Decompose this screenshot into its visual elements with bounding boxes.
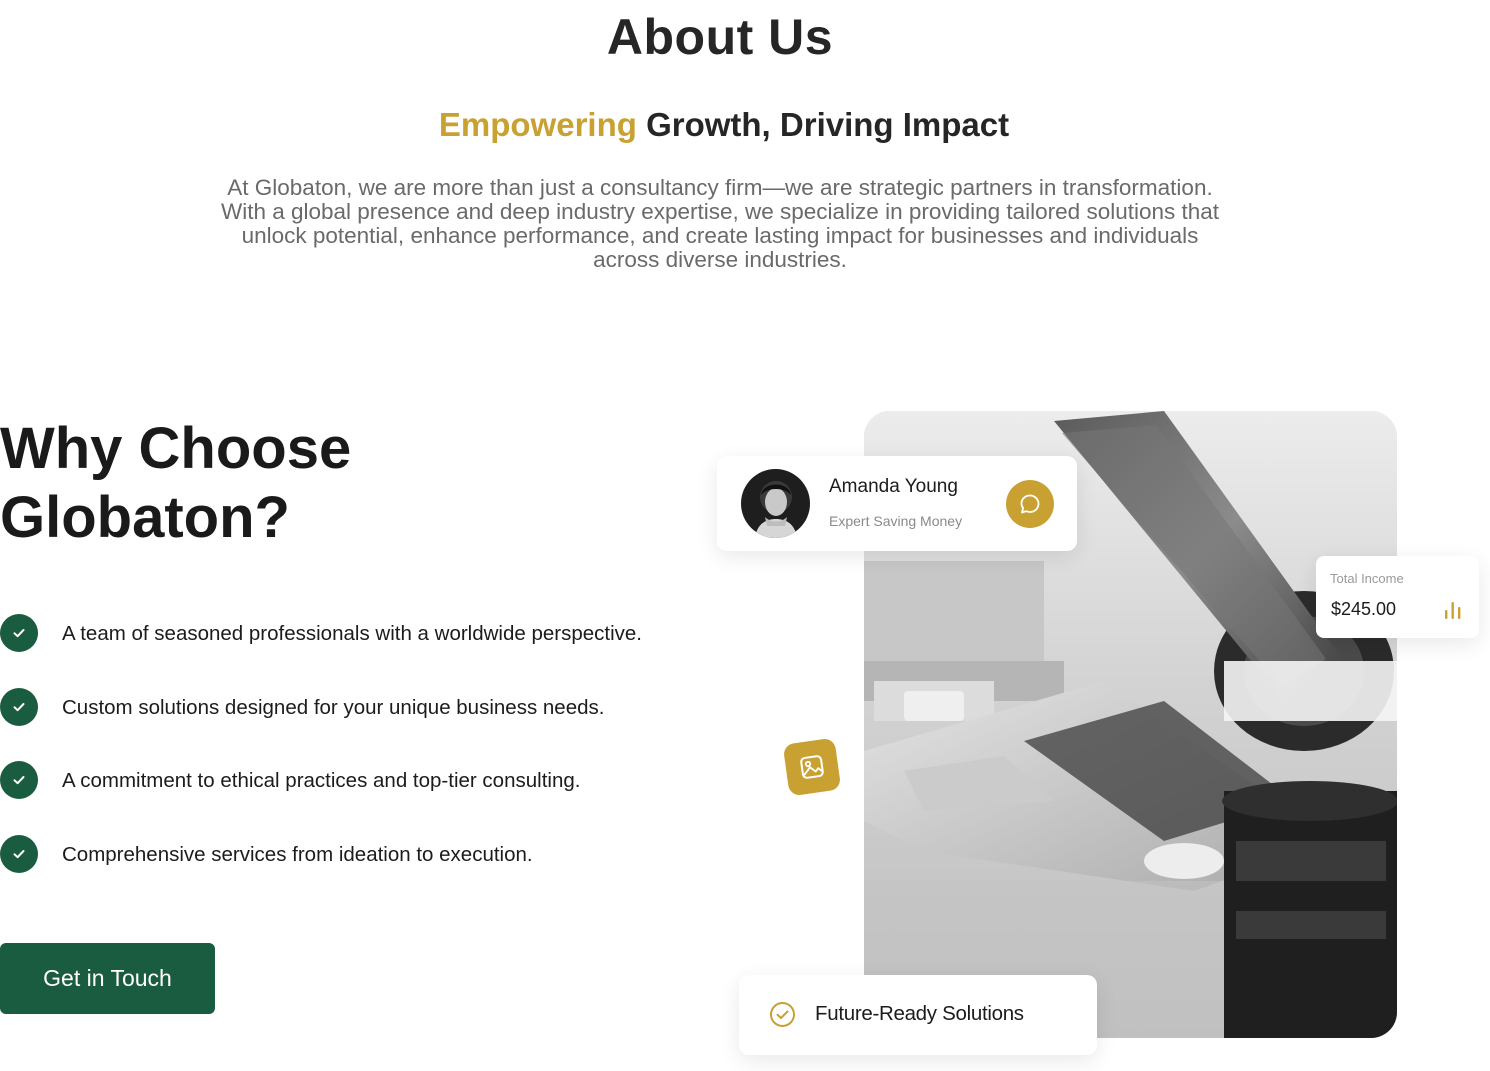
feature-list: A team of seasoned professionals with a …	[0, 614, 720, 908]
why-title-line2: Globaton?	[0, 485, 290, 550]
why-choose-title: Why Choose Globaton?	[0, 414, 520, 552]
future-ready-card: Future-Ready Solutions	[739, 975, 1097, 1055]
future-ready-label: Future-Ready Solutions	[815, 1002, 1024, 1025]
image-icon	[800, 755, 824, 779]
total-income-card: Total Income $245.00	[1316, 556, 1479, 638]
check-circle-icon	[770, 1002, 795, 1027]
feature-text: A team of seasoned professionals with a …	[62, 622, 643, 645]
feature-text: Custom solutions designed for your uniqu…	[62, 695, 605, 719]
about-description: At Globaton, we are more than just a con…	[220, 175, 1220, 272]
subtitle-rest: Growth, Driving Impact	[646, 106, 1010, 143]
chat-button[interactable]	[1006, 480, 1054, 528]
about-subtitle: Empowering Growth, Driving Impact	[0, 106, 1448, 144]
why-title-line1: Why Choose	[0, 416, 352, 481]
get-in-touch-button[interactable]: Get in Touch	[0, 943, 215, 1014]
subtitle-accent-word: Empowering	[438, 106, 637, 143]
bar-chart-icon	[1445, 602, 1461, 619]
about-title: About Us	[606, 9, 834, 65]
feature-text: A commitment to ethical practices and to…	[62, 769, 581, 792]
feature-item: Comprehensive services from ideation to …	[0, 834, 720, 909]
profile-card: Amanda Young Expert Saving Money	[717, 456, 1077, 551]
profile-name: Amanda Young	[829, 476, 958, 497]
check-icon	[0, 761, 38, 799]
check-icon	[0, 834, 38, 873]
image-badge	[782, 737, 842, 797]
feature-text: Comprehensive services from ideation to …	[62, 842, 533, 866]
feature-item: A commitment to ethical practices and to…	[0, 761, 720, 835]
check-icon	[0, 614, 38, 652]
chat-bubble-icon	[1020, 494, 1040, 514]
avatar	[741, 469, 810, 538]
profile-role: Expert Saving Money	[829, 513, 963, 529]
income-label: Total Income	[1330, 571, 1404, 586]
check-icon	[0, 687, 38, 726]
income-value: $245.00	[1331, 599, 1397, 619]
feature-item: A team of seasoned professionals with a …	[0, 614, 720, 688]
feature-item: Custom solutions designed for your uniqu…	[0, 687, 720, 762]
